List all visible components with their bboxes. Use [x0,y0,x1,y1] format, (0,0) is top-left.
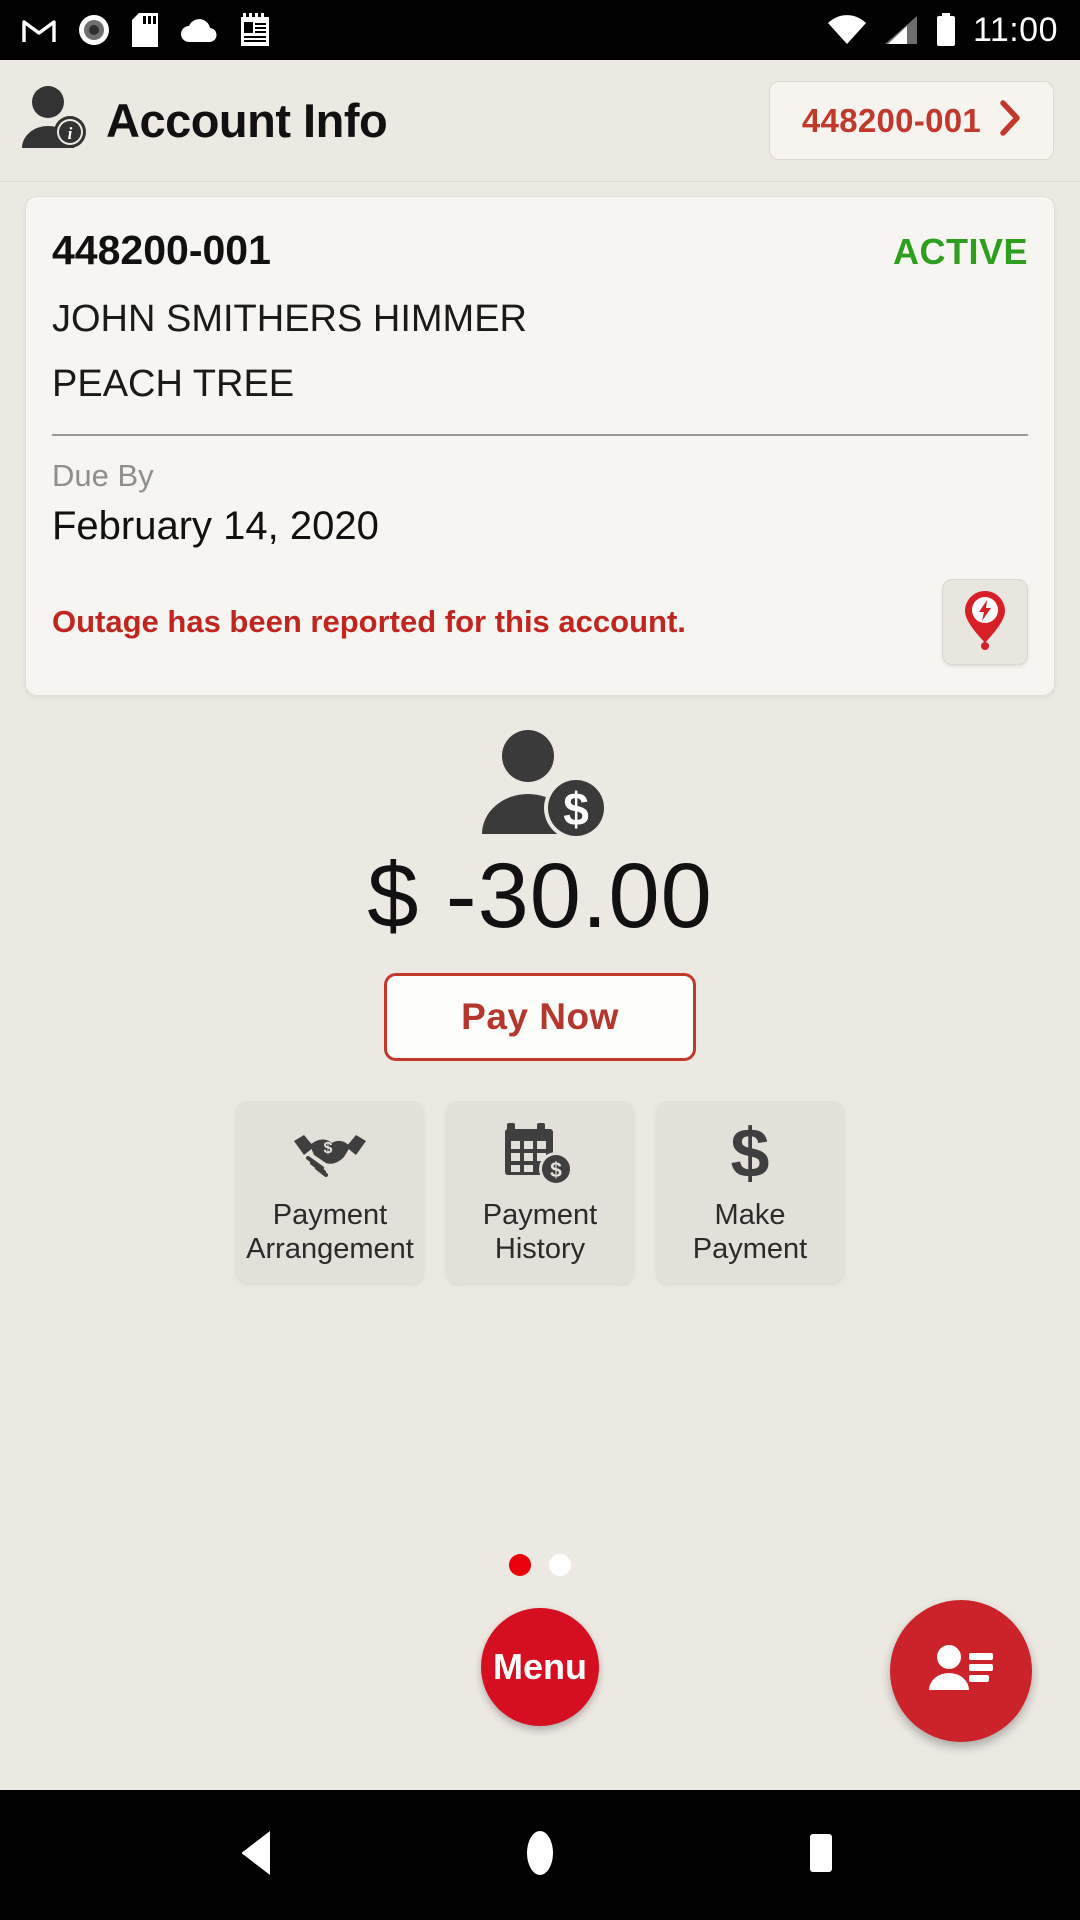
balance-section: $ $ -30.00 Pay Now [0,728,1080,1061]
svg-text:$: $ [324,1140,333,1157]
tile-label-payment-arrangement: Payment Arrangement [246,1199,414,1266]
outage-message: Outage has been reported for this accoun… [52,604,686,639]
service-address: PEACH TREE [52,363,295,405]
gmail-icon [22,16,56,44]
phone-screen: 11:00 i Account Info 448200-001 448200-0… [0,0,1080,1920]
chevron-right-icon [999,100,1021,141]
svg-text:$: $ [563,783,589,835]
account-card-header-row: 448200-001 ACTIVE [52,227,1028,274]
wifi-icon [827,14,867,46]
tile-label-line1: Payment [482,1199,598,1232]
status-bar-clock: 11:00 [972,10,1058,49]
calendar-dollar-icon: $ [504,1117,576,1189]
customer-name: JOHN SMITHERS HIMMER [52,298,527,340]
menu-fab-button[interactable]: Menu [481,1608,599,1726]
svg-text:i: i [68,124,73,143]
due-by-date: February 14, 2020 [52,504,379,548]
account-selector-chip[interactable]: 448200-001 [769,81,1054,160]
tile-label-line1: Payment [272,1199,388,1232]
account-card[interactable]: 448200-001 ACTIVE JOHN SMITHERS HIMMER P… [25,196,1055,696]
pagination-dot-inactive[interactable] [549,1554,571,1576]
dollar-sign-icon: $ [724,1117,776,1189]
notepad-icon [240,13,270,47]
cloud-icon [180,17,218,43]
battery-icon [935,13,957,47]
svg-text:$: $ [550,1159,562,1182]
app-header: i Account Info 448200-001 [0,60,1080,182]
svg-text:$: $ [731,1119,770,1187]
home-circle-icon [518,1829,562,1882]
outage-row: Outage has been reported for this accoun… [52,579,1028,665]
nav-recents-button[interactable] [765,1800,875,1910]
person-dollar-icon: $ [0,728,1080,838]
tile-label-payment-history: Payment History [483,1199,597,1266]
sd-card-icon [132,13,158,47]
tile-payment-arrangement[interactable]: $ Payment Arrangement [236,1101,424,1283]
person-info-icon: i [18,84,88,157]
page-title: Account Info [106,94,388,147]
tile-make-payment[interactable]: $ Make Payment [656,1101,844,1283]
pagination-dot-active[interactable] [509,1554,531,1576]
pagination-dots [0,1554,1080,1576]
recents-square-icon [798,1829,842,1882]
contact-fab-button[interactable] [890,1600,1032,1742]
tile-label-line2: Payment [692,1233,808,1265]
card-divider [52,434,1028,436]
quick-actions-row: $ Payment Arrangement $ Payment History … [0,1101,1080,1283]
outage-pin-icon [959,589,1011,656]
status-bar-system-icons: 11:00 [827,11,1058,50]
outage-report-button[interactable] [942,579,1028,665]
cellular-signal-icon [883,14,919,46]
tile-label-line2: Arrangement [246,1233,414,1265]
tile-label-line1: Make [714,1199,786,1232]
tile-payment-history[interactable]: $ Payment History [446,1101,634,1283]
account-number: 448200-001 [52,227,271,273]
android-nav-bar [0,1790,1080,1920]
tile-label-line2: History [494,1233,586,1265]
record-icon [78,14,110,46]
status-bar: 11:00 [0,0,1080,60]
header-left-group: i Account Info [18,84,388,157]
account-chip-label: 448200-001 [801,101,982,139]
account-card-container: 448200-001 ACTIVE JOHN SMITHERS HIMMER P… [0,182,1080,696]
back-triangle-icon [238,1829,282,1882]
pay-now-button[interactable]: Pay Now [384,973,696,1061]
tile-label-make-payment: Make Payment [693,1199,807,1266]
nav-home-button[interactable] [485,1800,595,1910]
nav-back-button[interactable] [205,1800,315,1910]
balance-amount: $ -30.00 [367,845,713,947]
floating-action-row: Menu [0,1600,1080,1790]
status-bar-notification-icons [22,13,270,47]
due-by-label: Due By [52,458,154,493]
status-badge: ACTIVE [892,231,1028,272]
handshake-dollar-icon: $ [292,1117,368,1189]
contact-card-icon [925,1640,997,1703]
